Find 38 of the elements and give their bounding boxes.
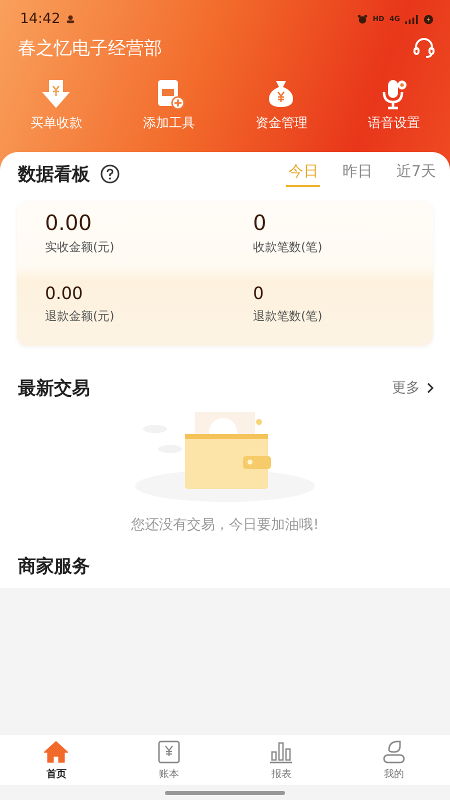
more-link[interactable]: 更多 [392, 379, 434, 397]
stat-value: 0.00 [45, 284, 84, 304]
app-notification-icon [65, 14, 76, 24]
battery-icon [423, 14, 434, 24]
alarm-icon [356, 14, 368, 24]
quick-action[interactable]: 资金管理 [225, 78, 338, 132]
stat-value: 0.00 [45, 211, 93, 235]
nav-item[interactable]: 首页 [0, 735, 112, 785]
headset-icon[interactable] [412, 36, 436, 60]
help-icon[interactable] [100, 164, 120, 184]
signal-icon [405, 14, 418, 24]
stat-label: 退款金额(元) [45, 308, 116, 324]
stat-value: 0 [253, 284, 265, 304]
download-yen-icon [40, 78, 72, 110]
quick-action[interactable]: 语音设置 [338, 78, 450, 132]
ledger-icon [156, 740, 181, 764]
home-icon [44, 740, 68, 764]
quick-action[interactable]: 添加工具 [112, 78, 225, 132]
status-time: 14:42 [20, 11, 60, 27]
section-title: 数据看板 [18, 162, 90, 186]
bar-chart-icon [269, 740, 294, 764]
stat-label: 实收金额(元) [45, 239, 116, 256]
store-name: 春之忆电子经营部 [18, 37, 162, 60]
person-icon [382, 740, 406, 764]
stat-label: 收款笔数(笔) [253, 239, 324, 256]
nav-item[interactable]: 报表 [225, 735, 338, 785]
period-tab[interactable]: 昨日 [340, 160, 374, 187]
period-tab[interactable]: 近7天 [394, 160, 438, 187]
chevron-right-icon [426, 382, 434, 394]
stat-label: 退款笔数(笔) [253, 308, 324, 324]
section-title: 最新交易 [18, 377, 90, 400]
nav-item[interactable]: 账本 [112, 735, 225, 785]
stat-value: 0 [253, 211, 268, 235]
period-tab[interactable]: 今日 [286, 160, 320, 187]
empty-message: 您还没有交易，今日要加油哦! [130, 516, 320, 534]
section-title: 商家服务 [18, 555, 90, 578]
quick-action[interactable]: 买单收款 [0, 78, 112, 132]
nav-item[interactable]: 我的 [338, 735, 450, 785]
